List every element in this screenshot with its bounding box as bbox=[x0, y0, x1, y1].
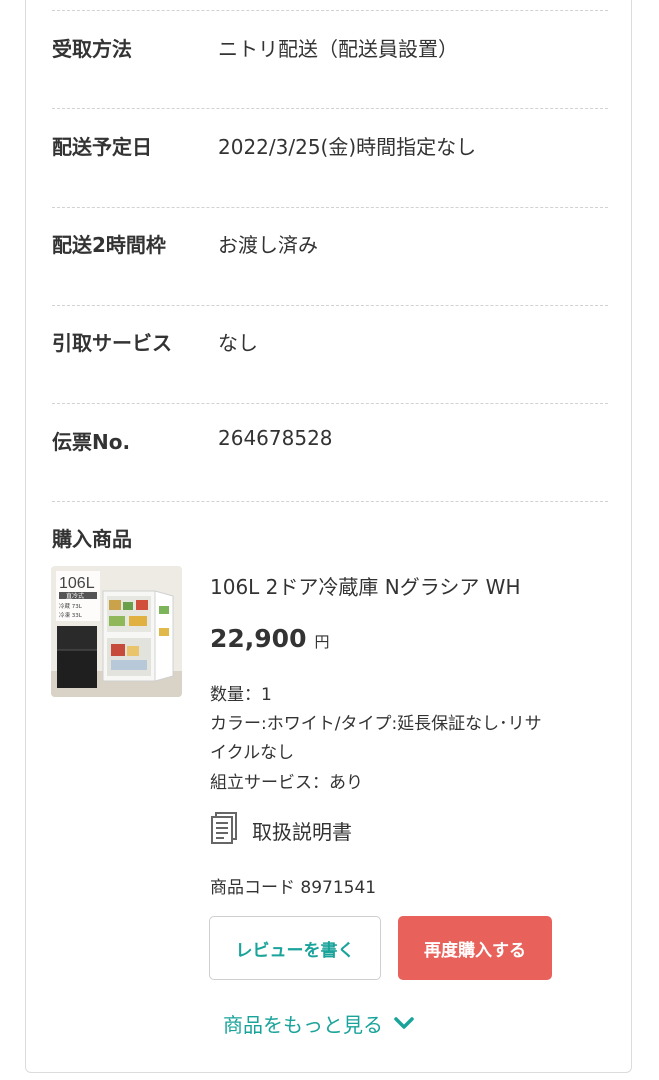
show-more-link[interactable]: 商品をもっと見る bbox=[223, 1008, 415, 1038]
divider bbox=[52, 305, 608, 306]
write-review-button[interactable]: レビューを書く bbox=[209, 916, 381, 980]
product-name-link[interactable]: 106L 2ドア冷蔵庫 Nグラシア WH bbox=[210, 571, 521, 600]
receive-method-value: ニトリ配送（配送員設置） bbox=[218, 37, 458, 61]
delivery-date-value: 2022/3/25(金)時間指定なし bbox=[218, 135, 477, 159]
assembly-text: 組立サービス：あり bbox=[210, 773, 363, 793]
capacity-text: 106L bbox=[59, 575, 95, 592]
delivery-slot-value: お渡し済み bbox=[218, 233, 318, 257]
refrigerator-image: 106L 直冷式 冷蔵 73L 冷凍 33L bbox=[51, 566, 182, 697]
option-text-line1: カラー:ホワイト/タイプ:延長保証なし･リサ bbox=[210, 714, 542, 734]
pickup-service-value: なし bbox=[218, 331, 258, 355]
manual-link[interactable]: 取扱説明書 bbox=[210, 812, 352, 848]
rebuy-button[interactable]: 再度購入する bbox=[398, 916, 552, 980]
freezer-capacity-text: 冷凍 33L bbox=[59, 611, 83, 619]
purchased-items-title: 購入商品 bbox=[52, 527, 132, 551]
divider bbox=[52, 10, 608, 11]
chevron-down-icon bbox=[394, 1017, 414, 1029]
product-code: 商品コード 8971541 bbox=[210, 878, 377, 898]
fridge-capacity-text: 冷蔵 73L bbox=[59, 602, 83, 610]
cooling-type-text: 直冷式 bbox=[66, 592, 84, 600]
receive-method-label: 受取方法 bbox=[52, 37, 132, 61]
price-value: 22,900 bbox=[210, 624, 307, 653]
price-currency: 円 bbox=[314, 633, 330, 651]
product-thumbnail[interactable]: 106L 直冷式 冷蔵 73L 冷凍 33L bbox=[51, 566, 182, 697]
document-icon bbox=[210, 812, 238, 848]
delivery-slot-label: 配送2時間枠 bbox=[52, 233, 166, 257]
divider bbox=[52, 108, 608, 109]
manual-label: 取扱説明書 bbox=[252, 819, 352, 844]
delivery-date-label: 配送予定日 bbox=[52, 135, 152, 159]
show-more-label: 商品をもっと見る bbox=[223, 1012, 383, 1037]
divider bbox=[52, 403, 608, 404]
product-price: 22,900 円 bbox=[210, 624, 330, 653]
divider bbox=[52, 207, 608, 208]
option-text-line2: イクルなし bbox=[210, 743, 295, 763]
pickup-service-label: 引取サービス bbox=[52, 331, 172, 355]
divider bbox=[52, 501, 608, 502]
slip-number-label: 伝票No. bbox=[52, 430, 131, 454]
quantity-text: 数量：1 bbox=[210, 685, 272, 705]
slip-number-value: 264678528 bbox=[218, 426, 333, 450]
